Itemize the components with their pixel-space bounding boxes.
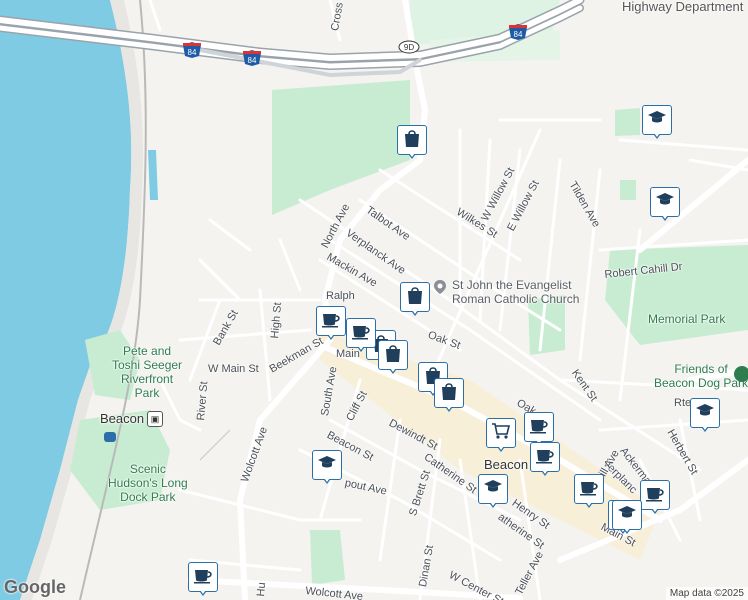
- ralph-st-label: Ralph: [326, 290, 355, 302]
- memorial-park-area: [605, 245, 748, 345]
- svg-text:84: 84: [188, 48, 197, 57]
- partial-street-label: Hu: [255, 581, 269, 597]
- route-9d-shield: 9D: [398, 40, 420, 56]
- poi-marker[interactable]: [316, 306, 346, 342]
- church-label: St John the Evangelist Roman Catholic Ch…: [452, 278, 580, 306]
- route-label: Rte: [674, 397, 692, 409]
- beacon-station-label: Beacon: [100, 411, 145, 426]
- graduation-cap-icon: [647, 110, 667, 131]
- google-logo: Google: [4, 577, 66, 597]
- ferry-icon: [104, 432, 116, 442]
- svg-text:9D: 9D: [404, 43, 414, 52]
- beacon-city-label: Beacon: [484, 457, 529, 472]
- svg-text:84: 84: [248, 56, 257, 65]
- coffee-cup-icon: [351, 322, 371, 345]
- poi-marker[interactable]: [650, 187, 680, 223]
- shopping-bag-icon: [440, 381, 458, 406]
- coffee-cup-icon: [579, 478, 599, 501]
- poi-marker[interactable]: [397, 125, 427, 161]
- svg-text:84: 84: [514, 30, 523, 39]
- park-area-north: [272, 80, 410, 215]
- poi-marker[interactable]: [400, 282, 430, 318]
- graduation-cap-icon: [317, 455, 337, 476]
- map-attribution[interactable]: Map data ©2025: [665, 587, 748, 600]
- poi-marker[interactable]: [612, 500, 642, 536]
- poi-marker[interactable]: [642, 105, 672, 141]
- graduation-cap-icon: [483, 479, 503, 500]
- poi-marker[interactable]: [346, 318, 376, 354]
- highway-department-label: Highway Department: [622, 0, 744, 14]
- coffee-cup-icon: [193, 566, 213, 589]
- shopping-bag-icon: [384, 343, 402, 368]
- interstate-84-shield: 84: [508, 24, 528, 40]
- poi-marker[interactable]: [640, 480, 670, 516]
- w-main-st-label: W Main St: [208, 363, 259, 375]
- poi-marker[interactable]: [574, 474, 604, 510]
- coffee-cup-icon: [321, 310, 341, 333]
- dog-park-icon: [734, 366, 748, 382]
- scenic-hudson-park-label: Scenic Hudson's Long Dock Park: [108, 462, 188, 504]
- coffee-cup-icon: [645, 484, 665, 507]
- graduation-cap-icon: [617, 505, 637, 526]
- interstate-84-shield: 84: [242, 50, 262, 66]
- pete-toshi-seeger-park-label: Pete and Toshi Seeger Riverfront Park: [112, 344, 183, 400]
- poi-marker[interactable]: [690, 398, 720, 434]
- coffee-cup-icon: [535, 446, 555, 469]
- poi-marker[interactable]: [188, 562, 218, 598]
- church-place-icon: [433, 279, 447, 294]
- coffee-cup-icon: [529, 416, 549, 439]
- poi-marker[interactable]: [530, 442, 560, 478]
- interstate-84-shield: 84: [182, 42, 202, 58]
- poi-marker[interactable]: [478, 474, 508, 510]
- poi-marker[interactable]: [312, 450, 342, 486]
- poi-marker[interactable]: [378, 340, 408, 376]
- shopping-bag-icon: [406, 285, 424, 310]
- map-canvas[interactable]: 84 84 84 9D Highway Department Cross Nor…: [0, 0, 748, 600]
- shopping-bag-icon: [403, 128, 421, 153]
- shopping-cart-icon: [491, 422, 511, 445]
- train-station-icon: ▣: [147, 411, 163, 427]
- memorial-park-label: Memorial Park: [648, 312, 726, 326]
- graduation-cap-icon: [695, 403, 715, 424]
- hudson-river: [0, 0, 132, 600]
- poi-marker[interactable]: [434, 378, 464, 414]
- poi-marker[interactable]: [486, 418, 516, 454]
- graduation-cap-icon: [655, 192, 675, 213]
